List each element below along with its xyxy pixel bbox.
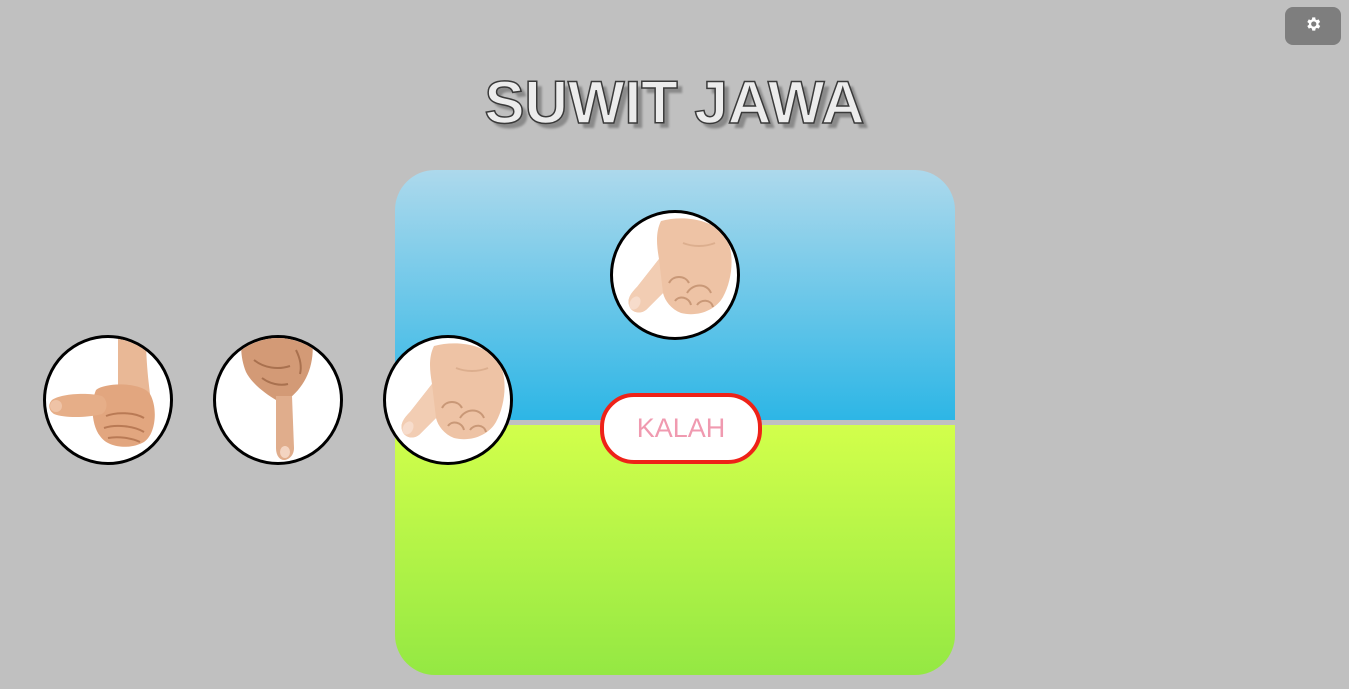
page-title: SUWIT JAWA (484, 68, 866, 137)
computer-choice (610, 210, 740, 340)
gear-icon (1304, 15, 1322, 38)
pinky-hand-icon (613, 213, 737, 337)
thumb-hand-icon (46, 338, 170, 462)
choice-pinky-button[interactable] (383, 335, 513, 465)
choice-index-button[interactable] (213, 335, 343, 465)
index-finger-hand-icon (216, 338, 340, 462)
settings-button[interactable] (1285, 7, 1341, 45)
choice-thumb-button[interactable] (43, 335, 173, 465)
pinky-hand-icon (386, 338, 510, 462)
result-badge: KALAH (600, 393, 762, 464)
